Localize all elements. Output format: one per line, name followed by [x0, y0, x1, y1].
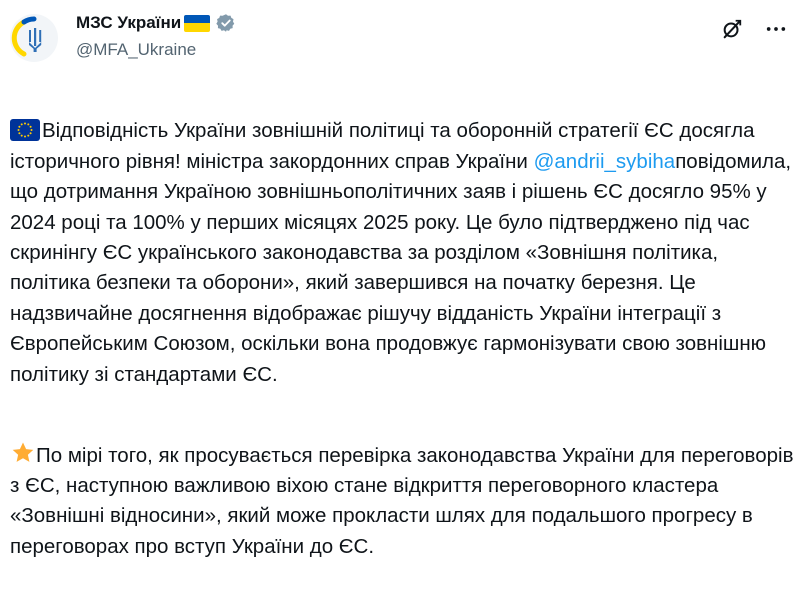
post-text: Відповідність України зовнішній політиці…	[10, 86, 795, 562]
post-text-part-2: повідомила, що дотримання Україною зовні…	[10, 149, 792, 386]
ukraine-flag-icon	[10, 89, 40, 111]
name-row: МЗС України	[76, 10, 236, 36]
more-icon[interactable]	[765, 18, 787, 40]
post-header: МЗС України @MFA_Ukraine	[0, 0, 805, 80]
grok-icon[interactable]	[721, 18, 743, 40]
post-actions	[721, 18, 787, 40]
post-paragraph-1	[10, 86, 795, 116]
avatar[interactable]	[10, 14, 58, 62]
trident-logo-icon	[11, 16, 42, 57]
post-paragraph-2: По мірі того, як просувається перевірка …	[10, 441, 795, 563]
post-text-part-3: По мірі того, як просувається перевірка …	[10, 443, 794, 558]
mention-link[interactable]: @andrii_sybiha	[534, 150, 676, 173]
eu-flag-icon	[10, 119, 40, 142]
verified-badge-icon	[216, 14, 235, 32]
author-block: МЗС України @MFA_Ukraine	[76, 10, 236, 60]
star-icon	[12, 442, 34, 462]
handle[interactable]: @MFA_Ukraine	[76, 40, 236, 60]
ukraine-flag-icon	[184, 14, 211, 32]
display-name[interactable]: МЗС України	[76, 13, 181, 33]
